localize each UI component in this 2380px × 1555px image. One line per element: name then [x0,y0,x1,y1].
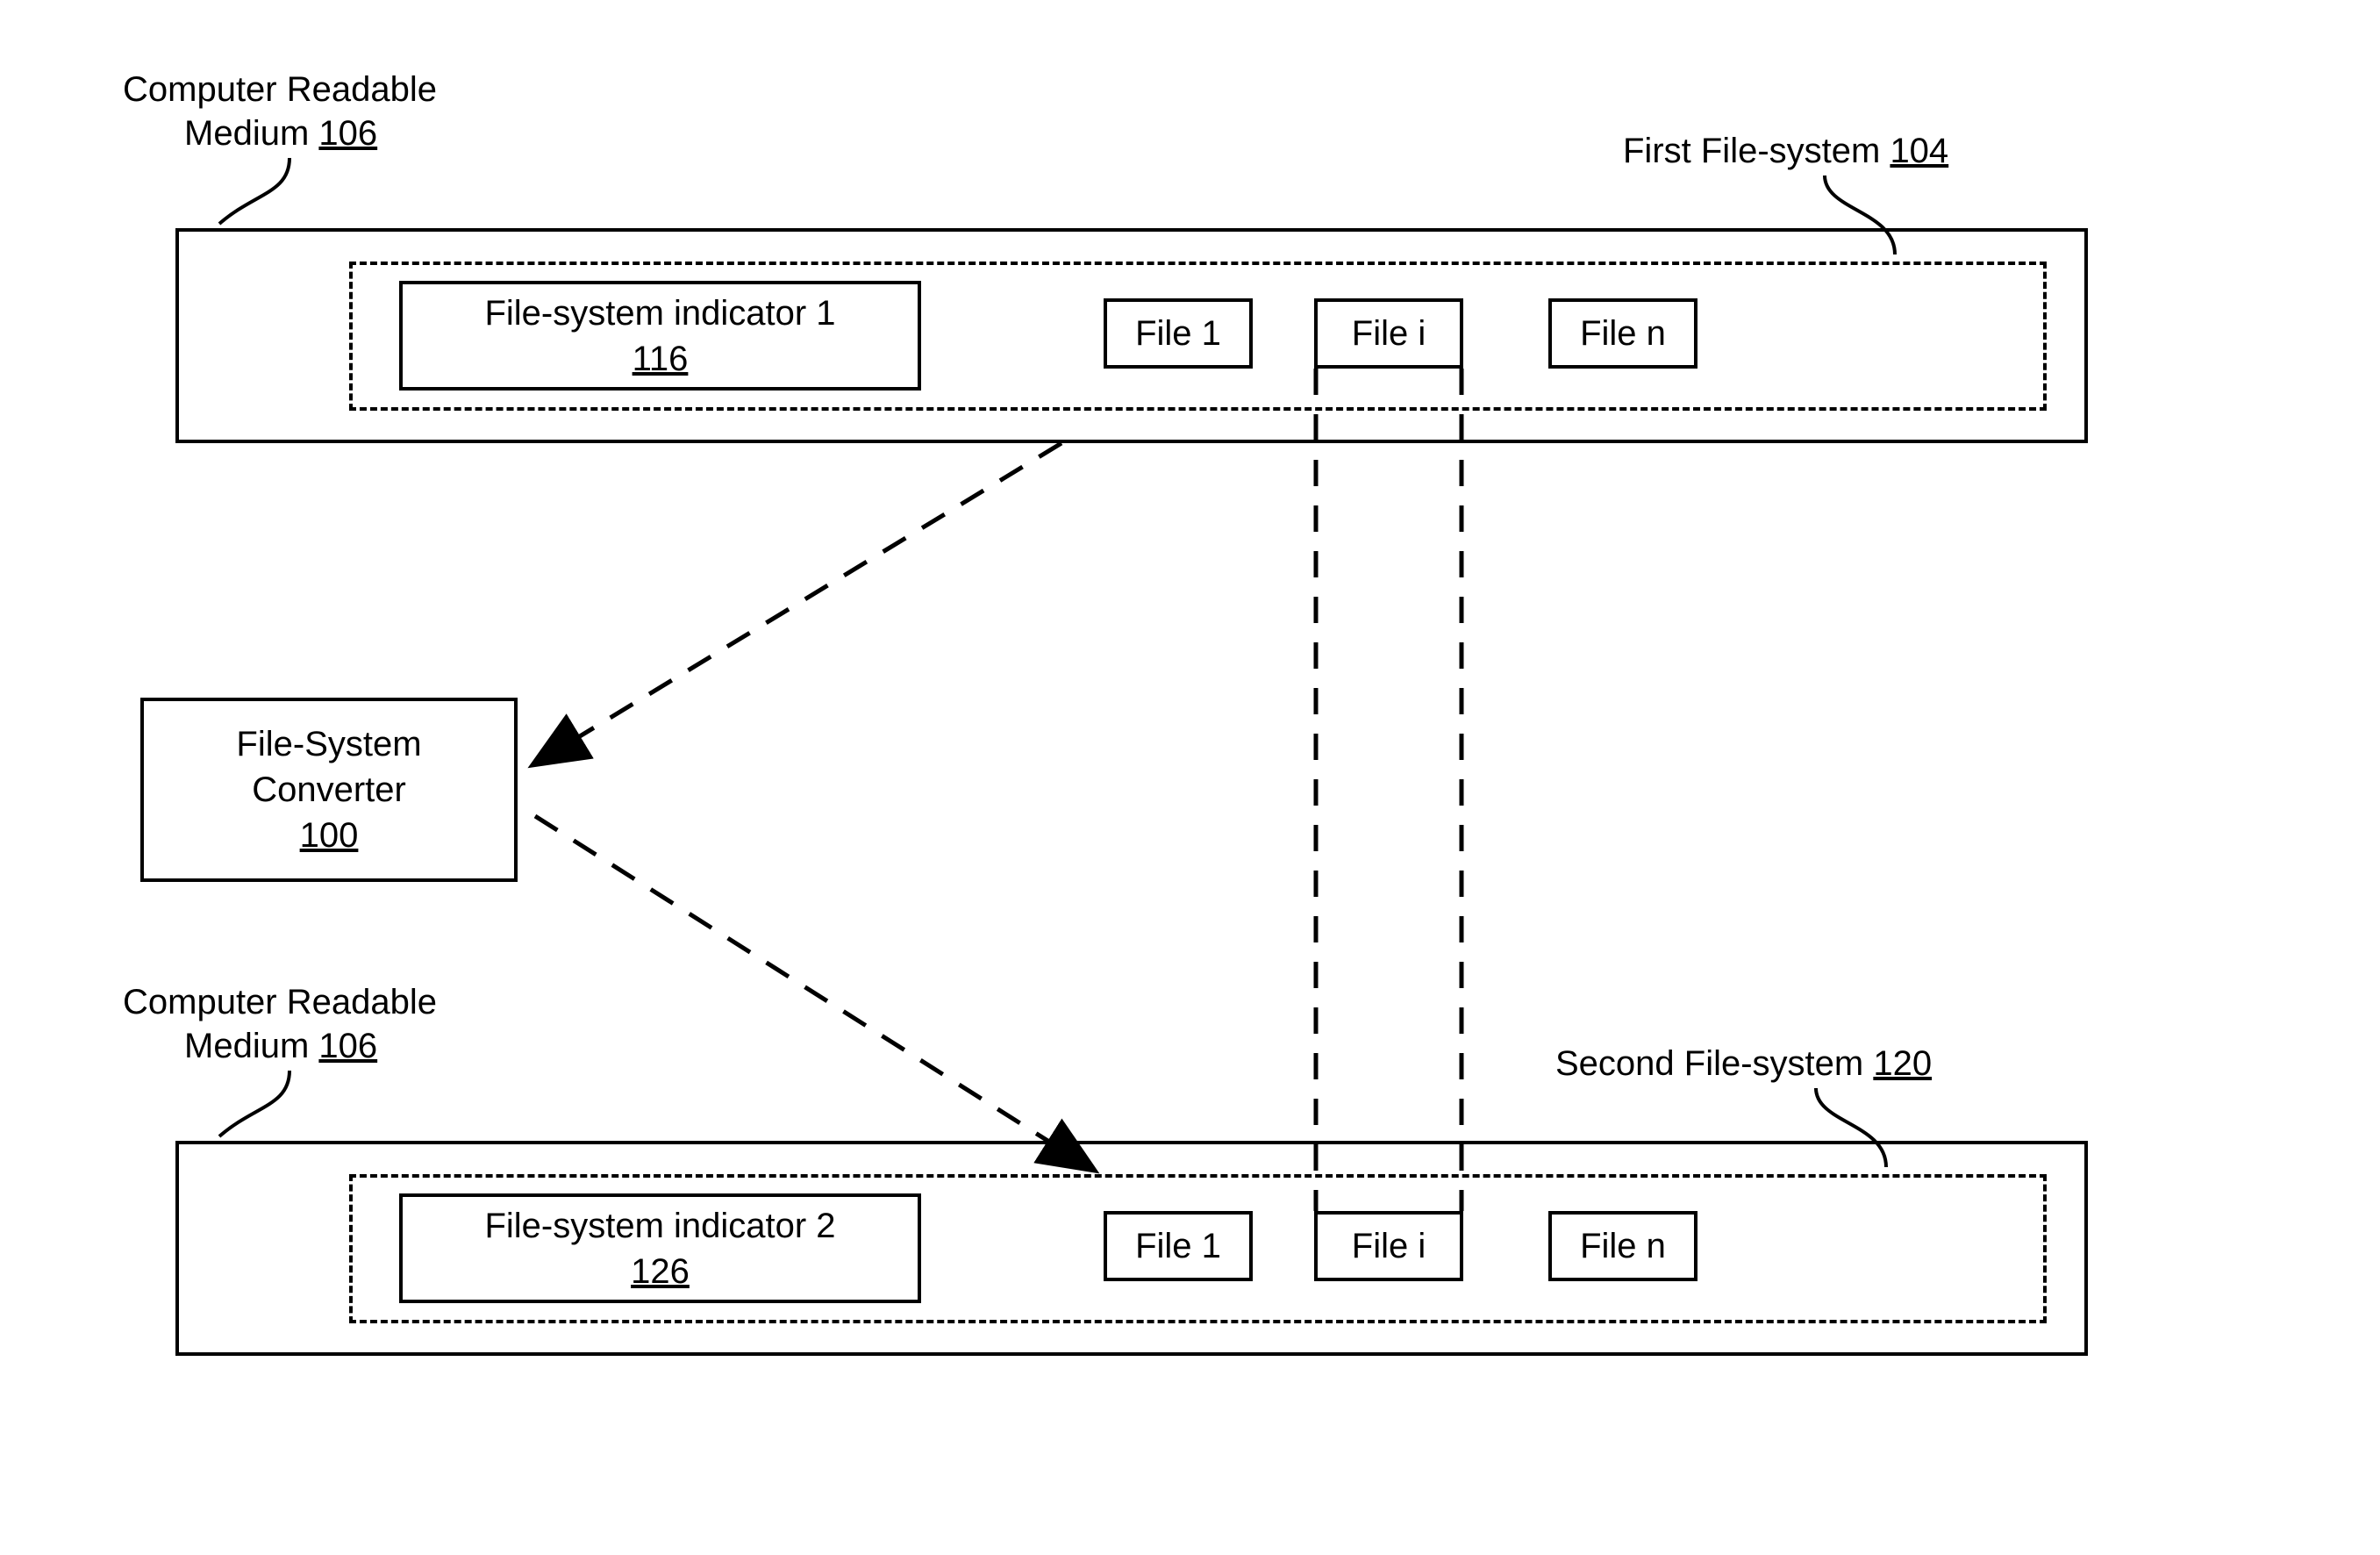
filen-bot: File n [1548,1211,1697,1281]
indicator-top-num: 116 [633,336,689,382]
filei-bot: File i [1314,1211,1463,1281]
indicator-bot-line1: File-system indicator 2 [484,1203,835,1249]
converter-box: File-System Converter 100 [140,698,518,882]
indicator-box-top: File-system indicator 1 116 [399,281,921,391]
file1-top: File 1 [1104,298,1253,369]
fs-label-bot: Second File-system 120 [1555,1044,1932,1084]
crm-label-bot-1: Computer Readable [123,983,437,1022]
indicator-bot-num: 126 [631,1249,690,1294]
indicator-box-bot: File-system indicator 2 126 [399,1193,921,1303]
crm-label-top-1: Computer Readable [123,70,437,110]
fs-label-top: First File-system 104 [1623,132,1948,171]
filei-top: File i [1314,298,1463,369]
converter-num: 100 [300,813,359,858]
crm-label-top-2: Medium 106 [184,114,377,154]
filen-top: File n [1548,298,1697,369]
indicator-top-line1: File-system indicator 1 [484,290,835,336]
crm-label-bot-2: Medium 106 [184,1027,377,1066]
converter-line2: Converter [252,767,406,813]
file1-bot: File 1 [1104,1211,1253,1281]
converter-line1: File-System [236,721,421,767]
